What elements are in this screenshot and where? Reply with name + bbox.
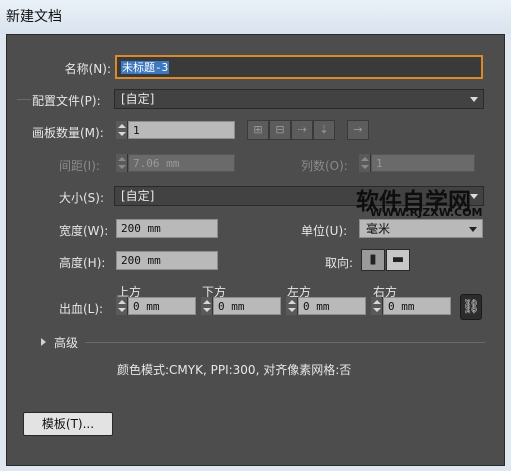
profile-label: 配置文件(P): [32,94,101,108]
spinner-icon[interactable] [201,297,213,315]
portrait-icon[interactable]: ▮ [361,249,385,271]
spinner-icon[interactable] [371,297,383,315]
spinner-icon[interactable] [286,297,298,315]
advanced-label[interactable]: 高级 [54,334,78,351]
landscape-icon[interactable]: ▬ [386,249,410,271]
bleed-left-input[interactable]: 0 mm [298,297,366,315]
height-input[interactable]: 200 mm [116,251,218,270]
width-label: 宽度(W): [59,224,109,238]
orientation-label: 取向: [325,256,354,270]
arrange-by-row-icon[interactable]: ⇢ [291,120,313,140]
columns-input: 1 [371,154,475,172]
name-label: 名称(N): [64,62,111,76]
spacing-label: 间距(I): [59,159,100,173]
spinner-icon[interactable] [116,121,128,139]
artboards-input[interactable]: 1 [128,121,235,139]
window-titlebar: 新建文档 [0,0,511,34]
dropdown-caret-icon [470,194,478,199]
name-input-text: 未标题-3 [121,61,170,74]
size-value: [自定] [121,189,155,203]
profile-value: [自定] [121,92,155,106]
dropdown-caret-icon [469,227,477,232]
name-input[interactable]: 未标题-3 [115,55,483,79]
spinner-icon[interactable] [116,297,128,315]
height-label: 高度(H): [59,256,106,270]
units-dropdown[interactable]: 毫米 [359,219,483,238]
bleed-bottom-input[interactable]: 0 mm [213,297,281,315]
dropdown-caret-icon [470,97,478,102]
spinner-icon [116,154,128,172]
units-label: 单位(U): [301,224,348,238]
spinner-icon [359,154,371,172]
new-document-dialog: 名称(N): 未标题-3 配置文件(P): [自定] 画板数量(M): 1 ⊞ … [6,34,505,466]
units-value: 毫米 [366,222,391,236]
bleed-top-input[interactable]: 0 mm [128,297,196,315]
templates-button[interactable]: 模板(T)... [23,412,113,436]
width-input[interactable]: 200 mm [116,219,218,238]
arrange-by-column-icon[interactable]: ⇣ [313,120,335,140]
document-summary: 颜色模式:CMYK, PPI:300, 对齐像素网格:否 [117,363,352,377]
window-title: 新建文档 [6,9,62,25]
bleed-label: 出血(L): [59,302,104,316]
right-to-left-icon[interactable]: → [347,120,369,140]
bleed-right-input[interactable]: 0 mm [383,297,451,315]
link-icon[interactable]: ⛓ [460,294,482,320]
columns-label: 列数(O): [301,159,348,173]
expand-triangle-icon[interactable] [41,338,46,346]
grid-by-row-icon[interactable]: ⊞ [247,120,269,140]
spacing-input: 7.06 mm [128,154,235,172]
grid-by-column-icon[interactable]: ⊟ [269,120,291,140]
size-label: 大小(S): [59,191,105,205]
advanced-divider [85,342,485,343]
artboards-label: 画板数量(M): [32,126,104,140]
watermark-url: WWW.RJZXW.COM [370,206,483,219]
profile-dropdown[interactable]: [自定] [114,89,484,109]
profile-group-divider [17,99,31,100]
